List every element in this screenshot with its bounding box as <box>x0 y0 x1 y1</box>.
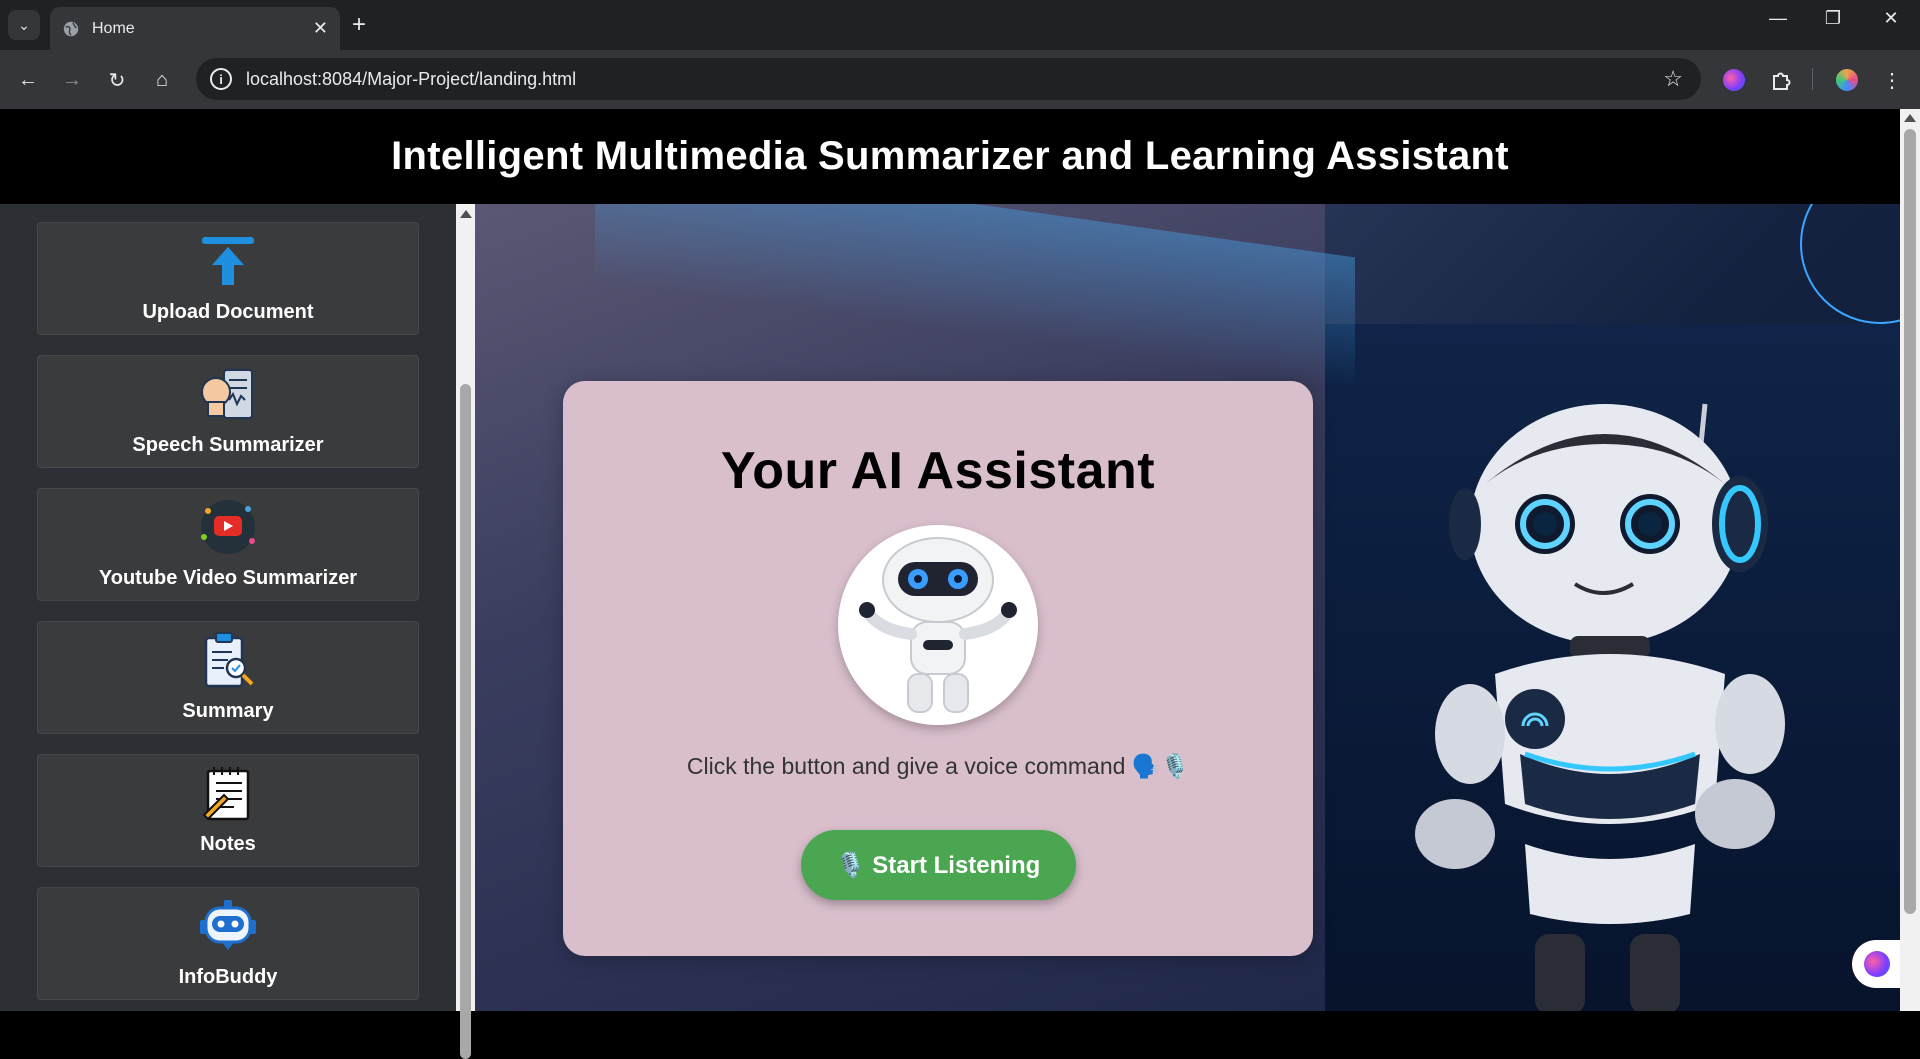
sidebar-item-label: InfoBuddy <box>178 966 278 988</box>
address-bar[interactable]: i localhost:8084/Major-Project/landing.h… <box>196 58 1701 100</box>
assistant-avatar <box>838 525 1038 725</box>
puzzle-icon[interactable] <box>1765 64 1797 96</box>
profile-avatar[interactable] <box>1831 64 1863 96</box>
star-icon[interactable]: ☆ <box>1663 66 1683 92</box>
globe-icon <box>63 21 79 36</box>
menu-icon[interactable]: ⋮ <box>1876 64 1908 96</box>
voice-command-hint: Click the button and give a voice comman… <box>686 753 1190 779</box>
page-scrollbar[interactable] <box>1900 109 1920 1011</box>
upload-icon <box>196 229 260 293</box>
browser-tab-bar: ⌄ Home ✕ + — ❐ ✕ <box>0 0 1920 50</box>
brain-extension-floating-icon[interactable] <box>1852 940 1902 988</box>
sidebar-item-label: Summary <box>182 700 274 722</box>
speech-icon <box>196 362 260 426</box>
plus-icon[interactable]: + <box>352 12 366 38</box>
url-text: localhost:8084/Major-Project/landing.htm… <box>246 68 577 89</box>
assistant-title: Your AI Assistant <box>720 442 1156 500</box>
tab-list-icon[interactable]: ⌄ <box>8 10 40 40</box>
clipboard-search-icon <box>196 628 260 692</box>
window-close-icon[interactable]: ✕ <box>1876 8 1906 29</box>
toolbar-divider <box>1812 68 1813 90</box>
sidebar-item-summary[interactable]: Summary <box>37 621 419 734</box>
sidebar-item-label: Speech Summarizer <box>132 434 324 456</box>
restore-icon[interactable]: ❐ <box>1818 8 1848 29</box>
forward-icon[interactable]: → <box>56 64 88 96</box>
notepad-icon <box>196 761 260 825</box>
sidebar-item-upload-document[interactable]: Upload Document <box>37 222 419 335</box>
robot-illustration <box>1415 403 1785 1011</box>
chatbot-icon <box>196 894 260 958</box>
sidebar-scrollbar[interactable] <box>456 204 475 1059</box>
scrollbar-thumb[interactable] <box>460 384 471 1059</box>
back-icon[interactable]: ← <box>12 64 44 96</box>
start-listening-button[interactable]: 🎙️ Start Listening <box>800 830 1076 900</box>
main-content: Your AI Assistant Click the button and g… <box>475 204 1900 1011</box>
browser-toolbar: ← → ↻ ⌂ i localhost:8084/Major-Project/l… <box>0 50 1920 109</box>
minimize-icon[interactable]: — <box>1763 8 1793 29</box>
reload-icon[interactable]: ↻ <box>101 64 133 96</box>
sidebar-item-infobuddy[interactable]: InfoBuddy <box>37 887 419 1000</box>
home-icon[interactable]: ⌂ <box>146 64 178 96</box>
assistant-card: Your AI Assistant Click the button and g… <box>563 381 1313 956</box>
brain-extension-icon[interactable] <box>1718 64 1750 96</box>
page: Intelligent Multimedia Summarizer and Le… <box>0 109 1902 1059</box>
sidebar-item-label: Notes <box>200 833 256 855</box>
page-title: Intelligent Multimedia Summarizer and Le… <box>391 134 1509 178</box>
close-icon[interactable]: ✕ <box>313 18 328 39</box>
scroll-up-icon[interactable] <box>1904 114 1916 122</box>
sidebar-item-notes[interactable]: Notes <box>37 754 419 867</box>
scrollbar-thumb[interactable] <box>1904 129 1916 914</box>
sidebar-item-label: Youtube Video Summarizer <box>98 567 358 589</box>
scroll-up-icon[interactable] <box>460 210 472 218</box>
info-icon[interactable]: i <box>210 68 232 90</box>
sidebar-item-speech-summarizer[interactable]: Speech Summarizer <box>37 355 419 468</box>
sidebar-item-youtube-video-summarizer[interactable]: Youtube Video Summarizer <box>37 488 419 601</box>
robot-avatar-icon <box>859 537 1017 713</box>
sidebar: Upload Document Speech Summarizer Youtub… <box>0 204 456 1011</box>
sidebar-item-label: Upload Document <box>142 301 314 323</box>
page-header: Intelligent Multimedia Summarizer and Le… <box>0 109 1900 204</box>
background-ring <box>1800 204 1900 324</box>
tab-title: Home <box>92 19 135 37</box>
youtube-icon <box>196 495 260 559</box>
browser-tab[interactable]: Home ✕ <box>50 7 340 50</box>
